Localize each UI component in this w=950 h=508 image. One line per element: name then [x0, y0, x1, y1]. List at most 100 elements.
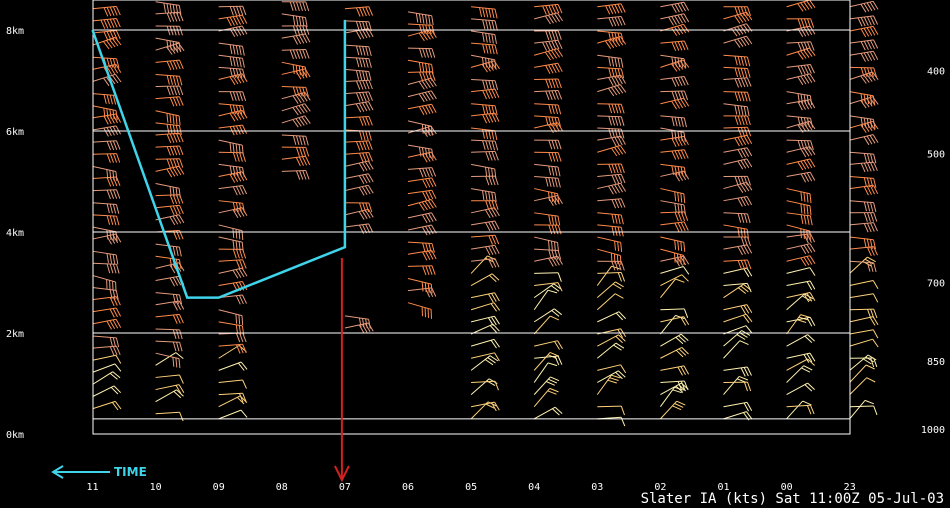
wind-barb	[786, 73, 816, 86]
wind-barb	[471, 127, 498, 141]
wind-barb	[218, 124, 248, 136]
wind-barb	[597, 115, 625, 126]
wind-barb	[344, 101, 374, 113]
wind-barb	[218, 409, 248, 420]
wind-barb	[344, 184, 374, 196]
wind-barb	[786, 334, 815, 347]
wind-barb	[723, 267, 753, 278]
wind-barb	[92, 250, 119, 265]
wind-barb	[534, 62, 563, 75]
wind-barb	[597, 127, 625, 139]
wind-barb	[344, 173, 374, 184]
wind-barb	[407, 71, 436, 82]
wind-barb	[407, 47, 436, 58]
wind-barb	[534, 163, 561, 177]
wind-barb	[597, 248, 622, 266]
wind-barb	[660, 365, 690, 376]
wind-barb	[723, 158, 753, 170]
wind-barb	[723, 134, 753, 147]
wind-barb	[849, 39, 879, 51]
time-direction-label: TIME	[114, 465, 147, 479]
wind-barb	[218, 54, 245, 68]
wind-barb	[849, 25, 879, 38]
wind-barb	[723, 54, 751, 67]
wind-barb	[218, 259, 247, 270]
wind-barb	[92, 140, 121, 151]
wind-barb	[534, 12, 564, 25]
wind-barb	[723, 212, 751, 224]
wind-barb	[534, 272, 562, 282]
wind-barb	[155, 11, 184, 22]
wind-barb	[344, 129, 372, 141]
time-tick-label: 10	[150, 482, 162, 493]
wind-barb	[281, 49, 310, 60]
wind-barb	[281, 134, 309, 146]
wind-barb	[849, 134, 879, 146]
wind-barb	[660, 211, 689, 222]
wind-barb	[849, 222, 878, 233]
wind-barb	[218, 332, 247, 343]
wind-barb	[534, 175, 561, 188]
pressure-tick-label: 500	[927, 150, 945, 161]
wind-barb	[471, 188, 497, 202]
wind-barb	[344, 79, 373, 90]
wind-barb	[723, 401, 753, 412]
time-tick-label: 08	[276, 482, 288, 493]
wind-barb	[660, 316, 690, 326]
wind-barb	[471, 258, 500, 269]
wind-barb	[281, 115, 311, 128]
wind-barb	[786, 224, 811, 241]
wind-barb	[281, 1, 310, 12]
wind-barb	[660, 248, 685, 265]
time-tick-label: 07	[339, 482, 351, 493]
wind-barb	[344, 160, 374, 172]
wind-barb	[660, 40, 689, 52]
label-layer: 8km 6km 4km 2km 0km 400 500 700 850 1000 11 10 09 08 0…	[6, 26, 945, 507]
wind-barb	[596, 374, 621, 395]
wind-barb	[155, 374, 184, 384]
wind-barb	[407, 167, 437, 178]
wind-barb	[155, 352, 181, 369]
wind-barb	[155, 145, 184, 156]
wind-barb	[471, 112, 500, 124]
wind-barb	[92, 189, 121, 200]
wind-barb	[471, 150, 499, 161]
wind-barb	[155, 1, 182, 15]
wind-barb	[660, 333, 689, 347]
wind-barb-layer	[92, 0, 879, 427]
wind-barb	[471, 220, 500, 232]
height-tick-label: 4km	[6, 228, 24, 239]
wind-barb	[471, 103, 498, 116]
wind-barb	[596, 342, 625, 359]
time-direction-indicator: TIME	[51, 465, 147, 479]
wind-barb	[155, 37, 181, 52]
wind-barb	[534, 340, 563, 350]
wind-barb	[155, 300, 185, 311]
wind-barb	[660, 1, 690, 14]
wind-barb	[849, 50, 879, 62]
wind-barb	[470, 292, 500, 303]
wind-barb	[597, 364, 627, 374]
wind-barb	[344, 322, 374, 334]
wind-barb	[723, 115, 751, 126]
wind-barb	[660, 221, 689, 232]
wind-barb	[344, 152, 373, 163]
wind-barb	[218, 267, 248, 279]
wind-barb	[470, 355, 499, 371]
wind-barb	[849, 15, 879, 27]
wind-barb	[786, 139, 814, 150]
wind-barb	[597, 36, 627, 49]
wind-barb	[407, 241, 435, 253]
wind-barb	[849, 161, 878, 173]
wind-barb	[344, 44, 372, 57]
wind-barb	[218, 91, 247, 101]
wind-barb	[407, 277, 433, 294]
wind-barb	[470, 338, 500, 349]
wind-barb	[471, 175, 499, 186]
wind-barb	[597, 212, 624, 225]
height-tick-label: 6km	[6, 127, 24, 138]
wind-barb	[92, 335, 120, 348]
wind-barb	[155, 73, 183, 86]
wind-barb	[597, 135, 626, 147]
wind-barb	[407, 29, 437, 42]
